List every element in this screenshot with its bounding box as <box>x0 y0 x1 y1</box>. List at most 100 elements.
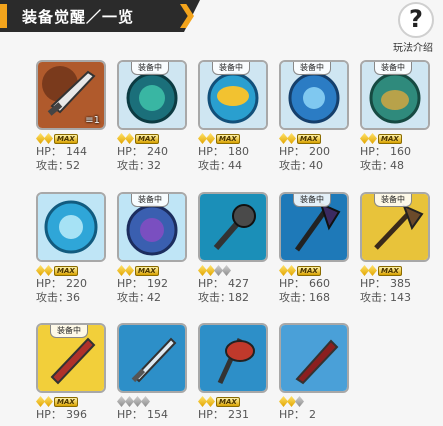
hp-stat: HP： 160 <box>360 145 430 159</box>
attack-label: 攻击： <box>117 291 150 304</box>
hp-label: HP： <box>117 408 143 421</box>
equipment-card[interactable]: 装备中 MAX HP： 660 攻击：168 <box>279 192 349 305</box>
equipment-card[interactable]: 装备中 MAX HP： 240 攻击：32 <box>117 60 187 173</box>
max-badge: MAX <box>135 134 159 144</box>
max-badge: MAX <box>297 266 321 276</box>
gold-star-icon <box>279 133 288 144</box>
hp-stat: HP： 220 <box>36 277 106 291</box>
attack-value: 36 <box>66 291 80 304</box>
equipment-card[interactable]: HP： 427 攻击：182 <box>198 192 268 305</box>
gray-star-icon <box>125 396 134 407</box>
awakening-overview-screen: 装备觉醒／一览 ? 玩法介绍 ≡1 MAX HP： 144 攻击：52 装备中 MAX HP：… <box>0 0 443 426</box>
rank-stars <box>198 265 268 277</box>
gold-star-icon <box>360 265 369 276</box>
attack-stat: 攻击：42 <box>117 291 187 305</box>
hp-stat: HP： 154 <box>117 408 187 422</box>
hp-label: HP： <box>198 408 224 421</box>
equipment-frame[interactable] <box>279 323 349 393</box>
aqua-shield-icon <box>38 194 104 260</box>
hp-label: HP： <box>36 408 62 421</box>
equipped-badge: 装备中 <box>131 194 169 207</box>
equipment-card[interactable]: 装备中 MAX HP： 160 攻击：48 <box>360 60 430 173</box>
equipment-card[interactable]: ≡1 MAX HP： 144 攻击：52 <box>36 60 106 173</box>
equipment-card[interactable]: 装备中 MAX HP： 192 攻击：42 <box>117 192 187 305</box>
gold-star-icon <box>368 133 377 144</box>
hp-stat: HP： 200 <box>279 145 349 159</box>
equipment-frame[interactable]: 装备中 <box>117 192 187 262</box>
equipment-card[interactable]: 装备中 MAX HP： 396 <box>36 323 106 422</box>
equipment-frame[interactable]: 装备中 <box>198 60 268 130</box>
equipment-card[interactable]: 装备中 MAX HP： 200 攻击：40 <box>279 60 349 173</box>
hp-value: 200 <box>309 145 330 158</box>
equipped-badge: 装备中 <box>293 194 331 207</box>
equipment-frame[interactable] <box>117 323 187 393</box>
equipment-card[interactable]: MAX HP： 231 <box>198 323 268 422</box>
hp-stat: HP： 660 <box>279 277 349 291</box>
gold-star-icon <box>125 265 134 276</box>
rank-stars: MAX <box>360 133 430 145</box>
gold-star-icon <box>360 133 369 144</box>
attack-value: 42 <box>147 291 161 304</box>
hp-value: 220 <box>66 277 87 290</box>
gold-star-icon <box>368 265 377 276</box>
max-badge: MAX <box>216 397 240 407</box>
attack-label: 攻击： <box>279 291 312 304</box>
hp-value: 385 <box>390 277 411 290</box>
equipment-card[interactable]: 装备中 MAX HP： 180 攻击：44 <box>198 60 268 173</box>
hp-stat: HP： 192 <box>117 277 187 291</box>
rank-stars <box>117 396 187 408</box>
hp-label: HP： <box>279 277 305 290</box>
equipped-badge: 装备中 <box>50 325 88 338</box>
attack-stat: 攻击：36 <box>36 291 106 305</box>
equipment-frame[interactable]: 装备中 <box>279 60 349 130</box>
hp-label: HP： <box>36 145 62 158</box>
equipment-frame[interactable] <box>198 323 268 393</box>
hp-value: 192 <box>147 277 168 290</box>
gold-star-icon <box>287 396 296 407</box>
equipment-frame[interactable]: 装备中 <box>117 60 187 130</box>
equipment-card[interactable]: HP： 154 <box>117 323 187 422</box>
hp-label: HP： <box>279 408 305 421</box>
gold-star-icon <box>117 265 126 276</box>
gray-star-icon <box>222 265 231 276</box>
equipment-frame[interactable]: 装备中 <box>279 192 349 262</box>
equipped-badge: 装备中 <box>374 62 412 75</box>
help-button[interactable]: ? <box>398 2 434 38</box>
attack-value: 32 <box>147 159 161 172</box>
attack-label: 攻击： <box>198 291 231 304</box>
equipment-frame[interactable]: 装备中 <box>36 323 106 393</box>
hp-label: HP： <box>360 277 386 290</box>
gold-star-icon <box>287 265 296 276</box>
equipment-frame[interactable] <box>36 192 106 262</box>
gold-star-icon <box>198 396 207 407</box>
equipment-card[interactable]: MAX HP： 220 攻击：36 <box>36 192 106 305</box>
equipment-card[interactable]: HP： 2 <box>279 323 349 422</box>
attack-stat: 攻击：48 <box>360 159 430 173</box>
gray-star-icon <box>295 396 304 407</box>
hp-label: HP： <box>198 277 224 290</box>
rank-stars <box>279 396 349 408</box>
equipment-frame[interactable]: 装备中 <box>360 192 430 262</box>
red-axe-icon <box>200 325 266 391</box>
equipment-frame[interactable]: ≡1 <box>36 60 106 130</box>
attack-value: 182 <box>228 291 249 304</box>
max-badge: MAX <box>216 134 240 144</box>
hp-stat: HP： 144 <box>36 145 106 159</box>
equipment-frame[interactable] <box>198 192 268 262</box>
gray-star-icon <box>133 396 142 407</box>
hp-label: HP： <box>117 145 143 158</box>
attack-value: 48 <box>390 159 404 172</box>
equipped-badge: 装备中 <box>212 62 250 75</box>
hp-value: 427 <box>228 277 249 290</box>
hp-value: 180 <box>228 145 249 158</box>
equipment-card[interactable]: 装备中 MAX HP： 385 攻击：143 <box>360 192 430 305</box>
equipped-badge: 装备中 <box>131 62 169 75</box>
attack-stat: 攻击：182 <box>198 291 268 305</box>
hp-value: 396 <box>66 408 87 421</box>
attack-label: 攻击： <box>117 159 150 172</box>
attack-label: 攻击： <box>198 159 231 172</box>
mace-icon <box>200 194 266 260</box>
help-label[interactable]: 玩法介绍 <box>393 39 433 54</box>
equipment-frame[interactable]: 装备中 <box>360 60 430 130</box>
gold-star-icon <box>206 133 215 144</box>
